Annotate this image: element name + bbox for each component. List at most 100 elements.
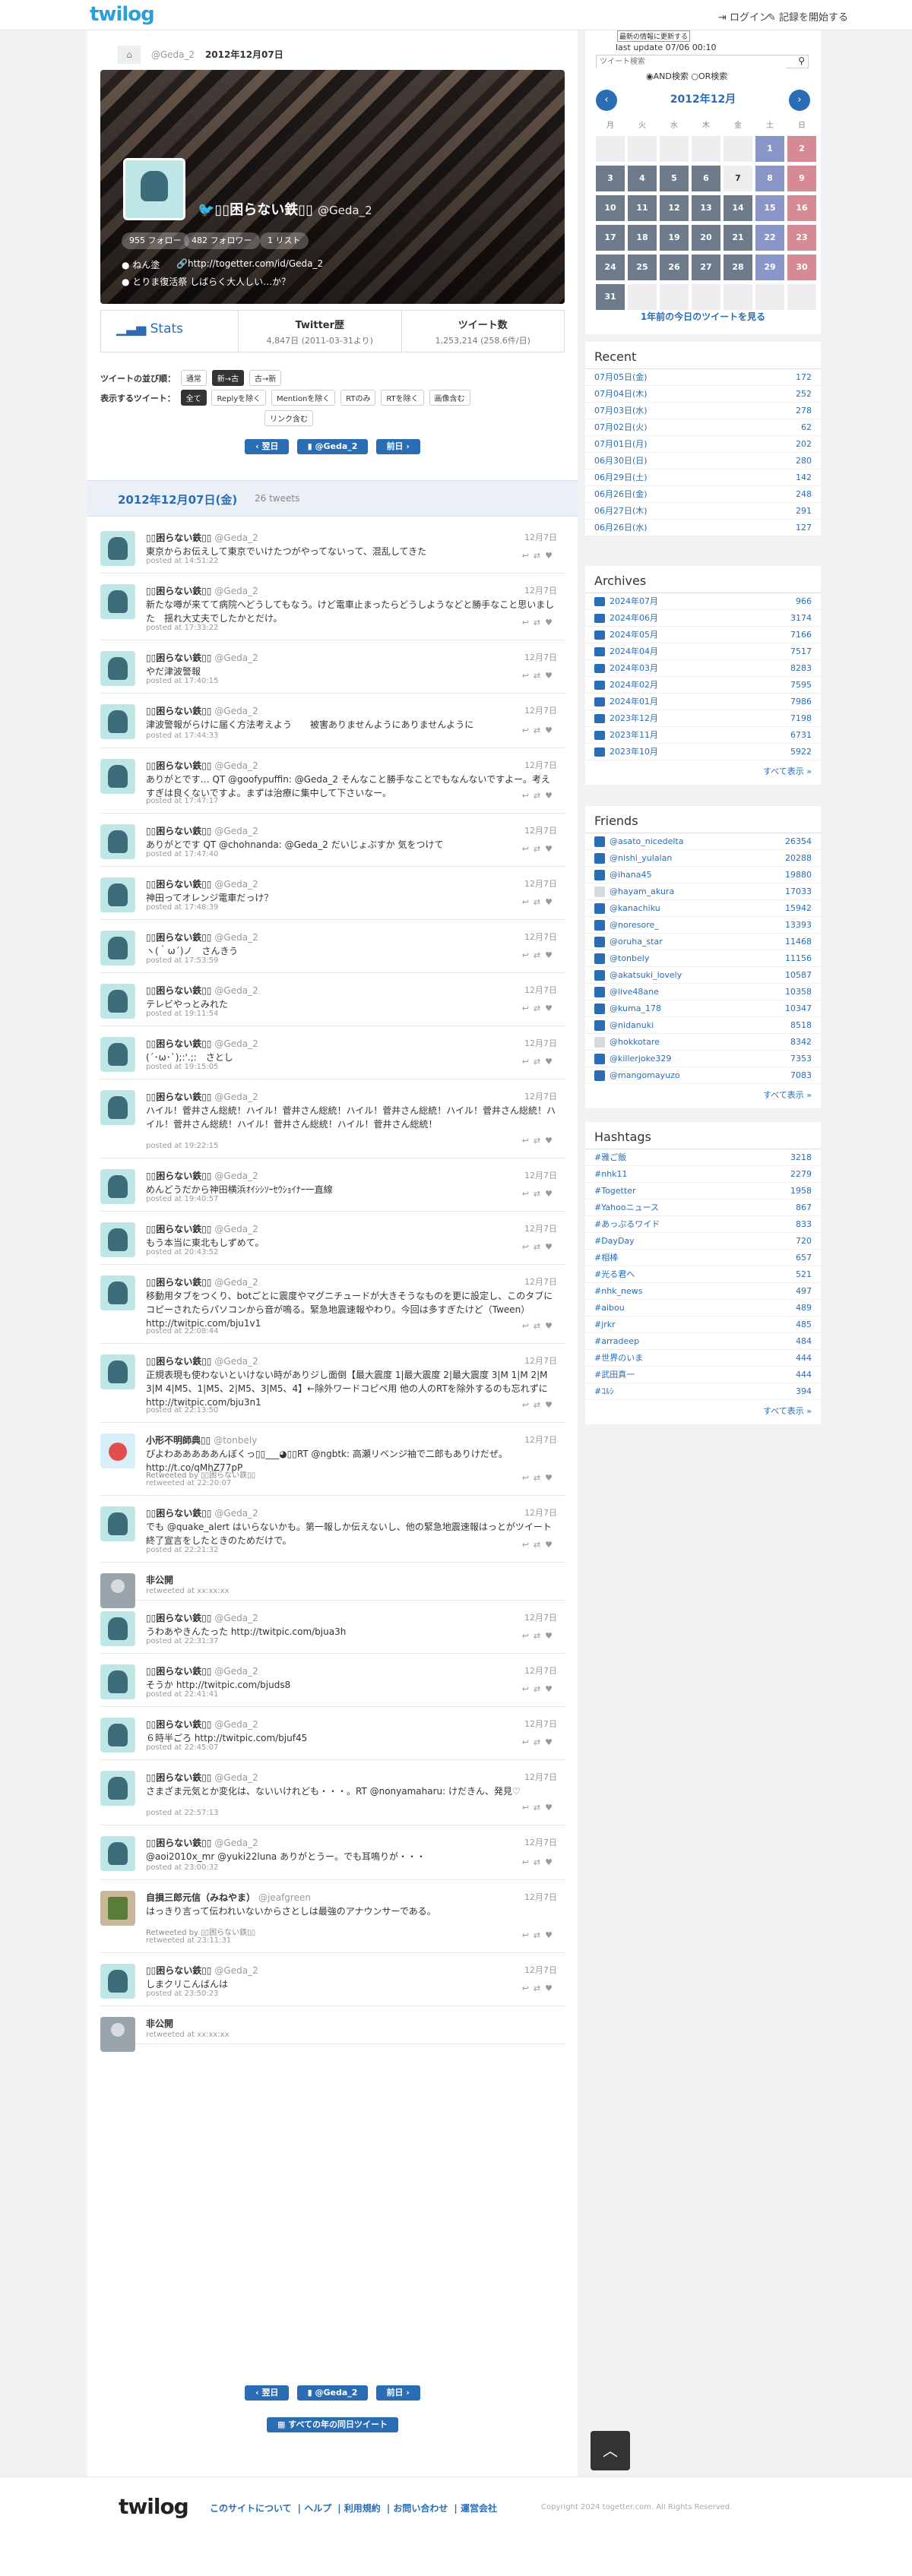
tweet-author-name[interactable]: ▯▯困らない鉄▯▯ [146,1613,211,1623]
tweet-author-name[interactable]: ▯▯困らない鉄▯▯ [146,1666,211,1677]
tweet-screen-name[interactable]: @Geda_2 [214,1508,258,1519]
friends-item[interactable]: @oruha_star 11468 [585,934,821,950]
archives-item[interactable]: 2023年12月 7198 [585,710,821,727]
tweet-author-name[interactable]: ▯▯困らない鉄▯▯ [146,760,211,771]
stats-label[interactable]: Stats [150,321,183,337]
tweet-avatar[interactable] [100,2017,135,2052]
tweet-author-name[interactable]: ▯▯困らない鉄▯▯ [146,706,211,716]
recent-item-label[interactable]: 07月04日(木) [594,389,648,399]
recent-item-label[interactable]: 06月26日(水) [594,523,648,533]
tweet-screen-name[interactable]: @Geda_2 [214,1356,258,1367]
tweet-action-icons[interactable]: ↩⇄♥ [522,551,557,561]
tweet-date[interactable]: 12月7日 [524,984,557,996]
tweet-date[interactable]: 12月7日 [524,1506,557,1519]
tweet-author-name[interactable]: ▯▯困らない鉄▯▯ [146,533,211,543]
tweet-author[interactable]: ▯▯困らない鉄▯▯ @Geda_2 [146,1169,258,1182]
next-day-button[interactable]: ‹ 翌日 [245,439,290,454]
tweet-screen-name[interactable]: @Geda_2 [214,1965,258,1976]
tweet-posted-at[interactable]: posted at 19:40:57 [146,1195,218,1203]
tweet-action-icons[interactable]: ↩⇄♥ [522,844,557,854]
tweet-action-icons[interactable]: ↩⇄♥ [522,1857,557,1867]
tweet-action-icons[interactable]: ↩⇄♥ [522,1631,557,1641]
site-logo[interactable]: twilog [90,3,155,26]
archives-item-label[interactable]: 2024年07月 [610,596,658,606]
tweet-screen-name[interactable]: @Geda_2 [214,1224,258,1234]
tweet-avatar[interactable] [100,704,135,739]
tweet-author-name[interactable]: ▯▯困らない鉄▯▯ [146,879,211,890]
friends-item[interactable]: @nishi_yulalan 20288 [585,850,821,867]
tweet-avatar[interactable] [100,531,135,566]
calendar-day[interactable]: 23 [787,225,816,251]
tweet-action-icons[interactable]: ↩⇄♥ [522,671,557,681]
tweet-action-icons[interactable]: ↩⇄♥ [522,1189,557,1199]
calendar-day[interactable]: 31 [596,284,625,310]
profile-avatar[interactable] [123,158,185,220]
archives-item[interactable]: 2024年03月 8283 [585,660,821,677]
tweet-avatar[interactable] [100,1611,135,1646]
hashtags-item-label[interactable]: #Togetter [594,1186,635,1196]
tweet-screen-name[interactable]: @tonbely [214,1435,257,1446]
breadcrumb-user[interactable]: @Geda_2 [151,49,195,60]
hashtags-item[interactable]: #雅ご飯 3218 [585,1149,821,1166]
tweet-posted-at[interactable]: posted at 17:47:40 [146,850,218,858]
calendar-day[interactable]: 26 [660,254,689,280]
tweet-date[interactable]: 12月7日 [524,1275,557,1288]
recent-item-label[interactable]: 07月05日(金) [594,372,648,382]
friends-item-label[interactable]: @asato_nicedelta [610,836,683,846]
tweet-author[interactable]: ▯▯困らない鉄▯▯ @Geda_2 [146,1718,258,1731]
hashtags-item-label[interactable]: #jrkr [594,1320,616,1329]
friends-item-label[interactable]: @tonbely [610,953,649,963]
tweet-author-name[interactable]: ▯▯困らない鉄▯▯ [146,1719,211,1730]
archives-item-label[interactable]: 2024年05月 [610,630,658,640]
tweet-avatar[interactable] [100,1037,135,1072]
friends-item[interactable]: @killerjoke329 7353 [585,1051,821,1067]
friends-item-label[interactable]: @oruha_star [610,937,663,947]
calendar-day[interactable]: 9 [787,166,816,191]
tweet-action-icons[interactable]: ↩⇄♥ [522,1400,557,1410]
calendar-day[interactable]: 17 [596,225,625,251]
tweet-action-icons[interactable]: ↩⇄♥ [522,1737,557,1747]
archives-item[interactable]: 2023年10月 5922 [585,744,821,760]
tweet-screen-name[interactable]: @Geda_2 [214,706,258,716]
hashtags-item-label[interactable]: #武田真一 [594,1370,635,1380]
tweet-author-name[interactable]: ▯▯困らない鉄▯▯ [146,1092,211,1102]
recent-item-label[interactable]: 06月26日(金) [594,489,648,499]
tweet-date[interactable]: 12月7日 [524,1611,557,1623]
recent-item[interactable]: 06月30日(日) 280 [585,453,821,469]
tweet-author[interactable]: ▯▯困らない鉄▯▯ @Geda_2 [146,1664,258,1677]
archives-item-label[interactable]: 2024年02月 [610,680,658,690]
start-recording-link[interactable]: ✎ 記録を開始する [768,9,848,24]
hashtags-item-label[interactable]: #相棒 [594,1253,618,1263]
tweet-action-icons[interactable]: ↩⇄♥ [522,1684,557,1694]
hashtags-item-label[interactable]: #aibou [594,1303,625,1313]
tweet-date[interactable]: 12月7日 [524,824,557,836]
friends-item-label[interactable]: @ihana45 [610,870,651,880]
friends-item[interactable]: @tonbely 11156 [585,950,821,967]
tweet-action-icons[interactable]: ↩⇄♥ [522,1540,557,1550]
tweet-action-icons[interactable]: ↩⇄♥ [522,791,557,801]
tweet-author[interactable]: ▯▯困らない鉄▯▯ @Geda_2 [146,1611,258,1624]
footer-help[interactable]: ヘルプ [304,2503,331,2514]
tweet-screen-name[interactable]: @Geda_2 [214,653,258,663]
tweet-screen-name[interactable]: @Geda_2 [214,1838,258,1848]
tweet-avatar[interactable] [100,1836,135,1871]
tweet-date[interactable]: 12月7日 [524,651,557,663]
archives-item[interactable]: 2024年02月 7595 [585,677,821,694]
archives-more[interactable]: すべて表示 » [585,760,821,785]
hashtags-item-label[interactable]: #nhk_news [594,1286,643,1296]
tweet-avatar[interactable] [100,877,135,912]
search-icon[interactable]: ⚲ [798,55,805,66]
friends-item[interactable]: @nidanuki 8518 [585,1017,821,1034]
recent-item[interactable]: 06月26日(水) 127 [585,520,821,536]
recent-item[interactable]: 07月05日(金) 172 [585,369,821,386]
archives-item-label[interactable]: 2024年03月 [610,663,658,673]
hashtags-item-label[interactable]: #Yahooニュース [594,1203,659,1212]
tweet-author-name[interactable]: ▯▯困らない鉄▯▯ [146,1508,211,1519]
archives-item[interactable]: 2024年05月 7166 [585,627,821,643]
footer-logo[interactable]: twilog [119,2494,189,2519]
tweet-action-icons[interactable]: ↩⇄♥ [522,1242,557,1252]
list-count[interactable]: 1 リスト [260,232,309,249]
next-month-button[interactable]: › [789,90,810,111]
tweet-author[interactable]: ▯▯困らない鉄▯▯ @Geda_2 [146,931,258,943]
calendar-day[interactable]: 21 [724,225,752,251]
